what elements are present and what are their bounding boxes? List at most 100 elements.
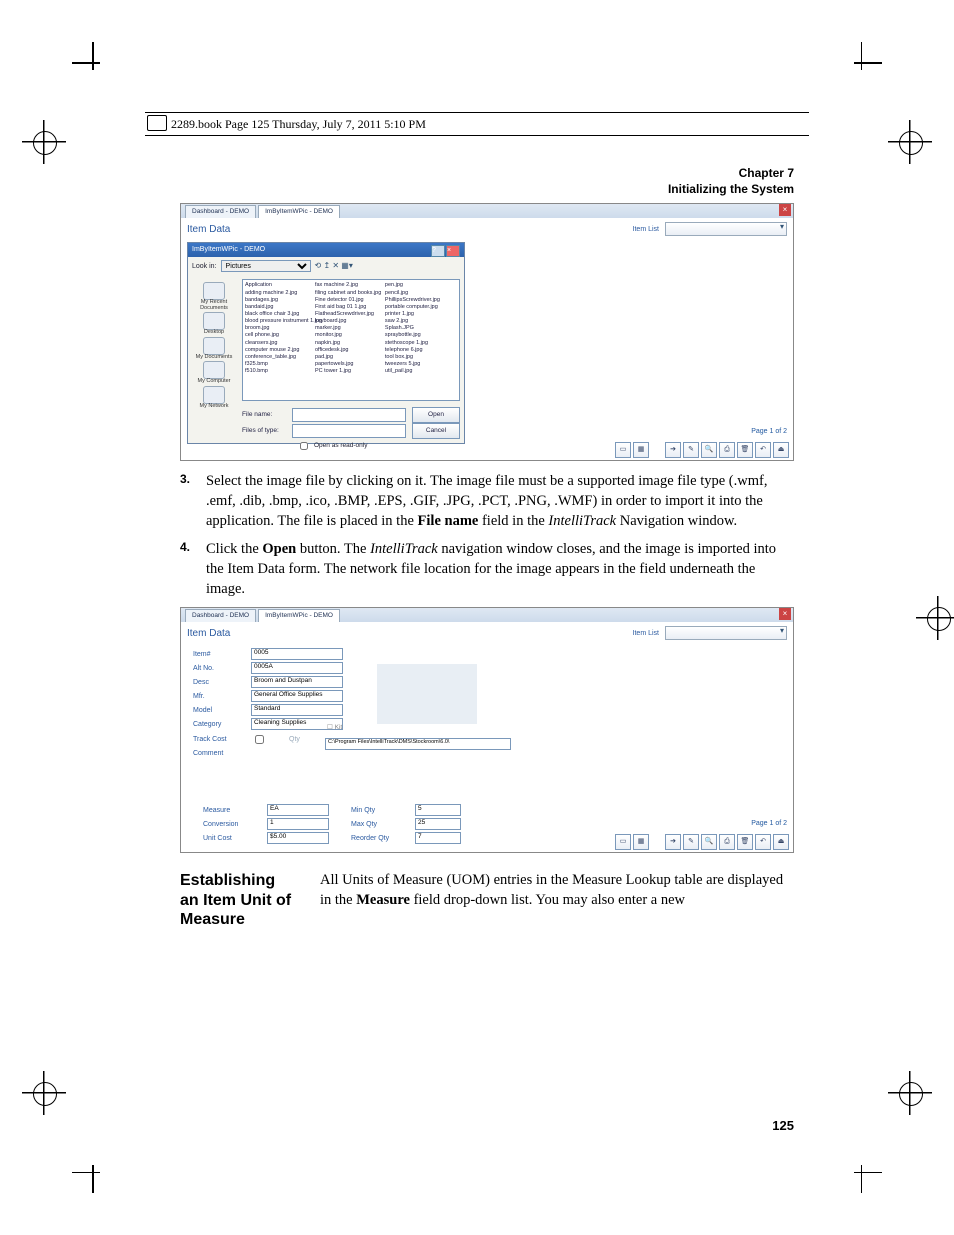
step-3: 3. Select the image file by clicking on …: [180, 471, 794, 531]
cancel-button[interactable]: Cancel: [412, 423, 460, 439]
field-desc[interactable]: Broom and Dustpan: [251, 676, 343, 688]
crop-mark: [82, 1147, 118, 1183]
label-alt-no: Alt No.: [193, 664, 251, 673]
item-image-thumbnail: [377, 664, 477, 724]
registration-mark: [888, 1071, 932, 1115]
field-conversion[interactable]: 1: [267, 818, 329, 830]
registration-mark: [22, 120, 66, 164]
chapter-title: Initializing the System: [180, 181, 794, 197]
toolbar-search-icon[interactable]: 🔍: [701, 834, 717, 850]
chapter-header: Chapter 7 Initializing the System: [180, 165, 794, 197]
item-list-dropdown[interactable]: [665, 626, 787, 640]
image-path-field[interactable]: C:\Program Files\IntelliTrack\DMS\Stockr…: [325, 738, 511, 750]
label-desc: Desc: [193, 678, 251, 687]
toolbar-delete-icon[interactable]: 🗑: [737, 834, 753, 850]
toolbar-new-icon[interactable]: ▭: [615, 834, 631, 850]
item-list-dropdown[interactable]: [665, 222, 787, 236]
crop-mark: [836, 52, 872, 88]
place-mycomputer[interactable]: My Computer: [197, 360, 230, 385]
label-category: Category: [193, 720, 251, 729]
file-name-label: File name:: [242, 411, 292, 420]
field-reorder-qty[interactable]: 7: [415, 832, 461, 844]
header-meta-bar: 2289.book Page 125 Thursday, July 7, 201…: [145, 112, 809, 136]
field-mfr[interactable]: General Office Supplies: [251, 690, 343, 702]
toolbar-grid-icon[interactable]: ▦: [633, 834, 649, 850]
field-measure[interactable]: EA: [267, 804, 329, 816]
toolbar-next-icon[interactable]: ➔: [665, 442, 681, 458]
place-mydocs[interactable]: My Documents: [196, 336, 233, 361]
place-recent[interactable]: My Recent Documents: [190, 281, 238, 311]
label-mfr: Mfr.: [193, 692, 251, 701]
record-toolbar: ▭ ▦ ➔ ✎ 🔍 ⎙ 🗑 ↶ ⏏: [615, 834, 789, 850]
field-unit-cost[interactable]: $5.00: [267, 832, 329, 844]
toolbar-next-icon[interactable]: ➔: [665, 834, 681, 850]
item-list-label: Item List: [633, 225, 659, 234]
label-measure: Measure: [203, 806, 267, 815]
open-readonly-label: Open as read-only: [314, 442, 367, 451]
toolbar-new-icon[interactable]: ▭: [615, 442, 631, 458]
form-title: Item Data: [187, 223, 230, 237]
field-model[interactable]: Standard: [251, 704, 343, 716]
file-type-label: Files of type:: [242, 427, 292, 436]
file-list[interactable]: Applicationadding machine 2.jpg bandages…: [242, 279, 460, 401]
toolbar-icons[interactable]: ⟲ ↥ ✕ ▦▾: [315, 261, 353, 272]
toolbar-close-icon[interactable]: ⏏: [773, 834, 789, 850]
section-body: All Units of Measure (UOM) entries in th…: [320, 871, 794, 929]
look-in-label: Look in:: [192, 262, 217, 271]
dialog-help-button[interactable]: ?: [431, 245, 445, 257]
file-type-dropdown[interactable]: [292, 424, 406, 438]
field-alt-no[interactable]: 0005A: [251, 662, 343, 674]
toolbar-delete-icon[interactable]: 🗑: [737, 442, 753, 458]
screenshot-item-data-open-dialog: Dashboard - DEMO ImByItemWPic - DEMO × I…: [180, 203, 794, 461]
crop-mark: [836, 1147, 872, 1183]
dialog-close-button[interactable]: ×: [446, 245, 460, 257]
toolbar-undo-icon[interactable]: ↶: [755, 834, 771, 850]
registration-mark: [888, 120, 932, 164]
step-text: Select the image file by clicking on it.…: [206, 471, 794, 531]
section-heading: Establishing an Item Unit of Measure: [180, 871, 320, 929]
place-desktop[interactable]: Desktop: [203, 311, 225, 336]
label-max-qty: Max Qty: [351, 820, 415, 829]
header-meta-text: 2289.book Page 125 Thursday, July 7, 201…: [171, 117, 426, 131]
dialog-title: ImByItemWPic - DEMO: [192, 245, 265, 257]
toolbar-undo-icon[interactable]: ↶: [755, 442, 771, 458]
field-min-qty[interactable]: 5: [415, 804, 461, 816]
tab-dashboard[interactable]: Dashboard - DEMO: [185, 609, 256, 623]
kit-checkbox-area[interactable]: ☐ Kit: [327, 724, 342, 733]
registration-mark: [22, 1071, 66, 1115]
toolbar-print-icon[interactable]: ⎙: [719, 442, 735, 458]
field-item-no[interactable]: 0005: [251, 648, 343, 660]
toolbar-print-icon[interactable]: ⎙: [719, 834, 735, 850]
toolbar-grid-icon[interactable]: ▦: [633, 442, 649, 458]
look-in-dropdown[interactable]: Pictures: [221, 260, 311, 272]
file-name-input[interactable]: [292, 408, 406, 422]
label-item-no: Item#: [193, 650, 251, 659]
toolbar-search-icon[interactable]: 🔍: [701, 442, 717, 458]
crop-mark: [82, 52, 118, 88]
label-qty: Qty: [289, 735, 300, 744]
open-button[interactable]: Open: [412, 407, 460, 423]
toolbar-edit-icon[interactable]: ✎: [683, 442, 699, 458]
tab-dashboard[interactable]: Dashboard - DEMO: [185, 205, 256, 219]
checkbox-track-cost[interactable]: [255, 735, 264, 744]
registration-mark: [916, 596, 954, 640]
label-model: Model: [193, 706, 251, 715]
open-file-dialog: ImByItemWPic - DEMO ? × Look in: Picture…: [187, 242, 465, 444]
tab-imbyitemwpic[interactable]: ImByItemWPic - DEMO: [258, 609, 340, 623]
label-unit-cost: Unit Cost: [203, 834, 267, 843]
page-indicator: Page 1 of 2: [751, 427, 787, 436]
open-readonly-checkbox[interactable]: [300, 442, 308, 450]
label-conversion: Conversion: [203, 820, 267, 829]
step-number: 4.: [180, 539, 206, 599]
page-indicator: Page 1 of 2: [751, 819, 787, 828]
step-4: 4. Click the Open button. The IntelliTra…: [180, 539, 794, 599]
chapter-number: Chapter 7: [180, 165, 794, 181]
field-max-qty[interactable]: 25: [415, 818, 461, 830]
tab-imbyitemwpic[interactable]: ImByItemWPic - DEMO: [258, 205, 340, 219]
toolbar-close-icon[interactable]: ⏏: [773, 442, 789, 458]
close-icon[interactable]: ×: [779, 204, 791, 216]
close-icon[interactable]: ×: [779, 608, 791, 620]
place-mynetwork[interactable]: My Network: [199, 385, 228, 410]
label-track-cost: Track Cost: [193, 735, 251, 744]
toolbar-edit-icon[interactable]: ✎: [683, 834, 699, 850]
